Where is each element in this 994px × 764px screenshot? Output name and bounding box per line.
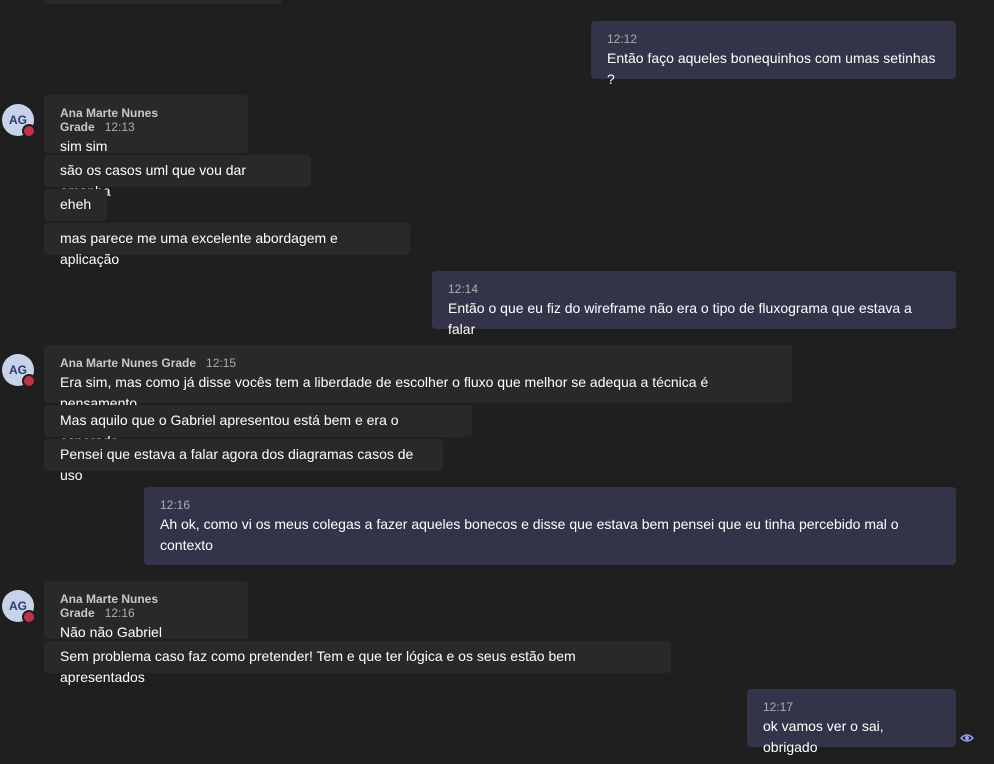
message-text: Sem problema caso faz como pretender! Te… [60,648,576,685]
message-bubble-outgoing[interactable]: 12:12 Então faço aqueles bonequinhos com… [591,21,956,87]
message-bubble-outgoing[interactable]: 12:17 ok vamos ver o sai, obrigado [747,689,956,755]
presence-busy-icon [22,124,36,138]
message-text: Então o que eu fiz do wireframe não era … [448,300,912,337]
message-timestamp: 12:14 [448,282,479,296]
message-bubble-incoming[interactable]: eheh [44,189,107,221]
message-text: ok vamos ver o sai, obrigado [763,718,884,755]
message-header: Ana Marte Nunes Grade 12:16 [60,592,232,620]
message-bubble-outgoing[interactable]: 12:16 Ah ok, como vi os meus colegas a f… [144,487,956,565]
message-text: mas parece me uma excelente abordagem e … [60,230,338,267]
message-bubble-incoming[interactable]: Ana Marte Nunes Grade 12:15 Era sim, mas … [44,345,792,411]
message-text: Então faço aqueles bonequinhos com umas … [607,50,936,87]
presence-busy-icon [22,610,36,624]
message-header: Ana Marte Nunes Grade 12:15 [60,356,776,370]
message-bubble-partial [44,0,282,4]
message-timestamp: 12:16 [104,606,135,620]
presence-busy-icon [22,374,36,388]
message-text: sim sim [60,138,108,154]
message-bubble-incoming[interactable]: Sem problema caso faz como pretender! Te… [44,641,671,685]
message-bubble-outgoing[interactable]: 12:14 Então o que eu fiz do wireframe nã… [432,271,956,337]
message-timestamp: 12:17 [763,700,794,714]
message-text: Pensei que estava a falar agora dos diag… [60,446,414,483]
message-header: Ana Marte Nunes Grade 12:13 [60,106,232,134]
message-timestamp: 12:13 [104,120,135,134]
message-bubble-incoming[interactable]: Mas aquilo que o Gabriel apresentou está… [44,405,472,449]
message-timestamp: 12:15 [206,356,237,370]
message-timestamp: 12:12 [607,32,638,46]
message-text: Não não Gabriel [60,624,162,640]
message-timestamp: 12:16 [160,498,191,512]
message-text: eheh [60,196,92,212]
message-bubble-incoming[interactable]: mas parece me uma excelente abordagem e … [44,223,410,267]
message-bubble-incoming[interactable]: Ana Marte Nunes Grade 12:13 sim sim [44,95,248,154]
message-text: Ah ok, como vi os meus colegas a fazer a… [160,516,899,553]
sender-name: Ana Marte Nunes Grade [60,356,197,370]
message-bubble-incoming[interactable]: Ana Marte Nunes Grade 12:16 Não não Gabri… [44,581,248,640]
message-bubble-incoming[interactable]: Pensei que estava a falar agora dos diag… [44,439,443,483]
message-bubble-incoming[interactable]: são os casos uml que vou dar amanha [44,155,311,199]
eye-icon [960,734,974,742]
